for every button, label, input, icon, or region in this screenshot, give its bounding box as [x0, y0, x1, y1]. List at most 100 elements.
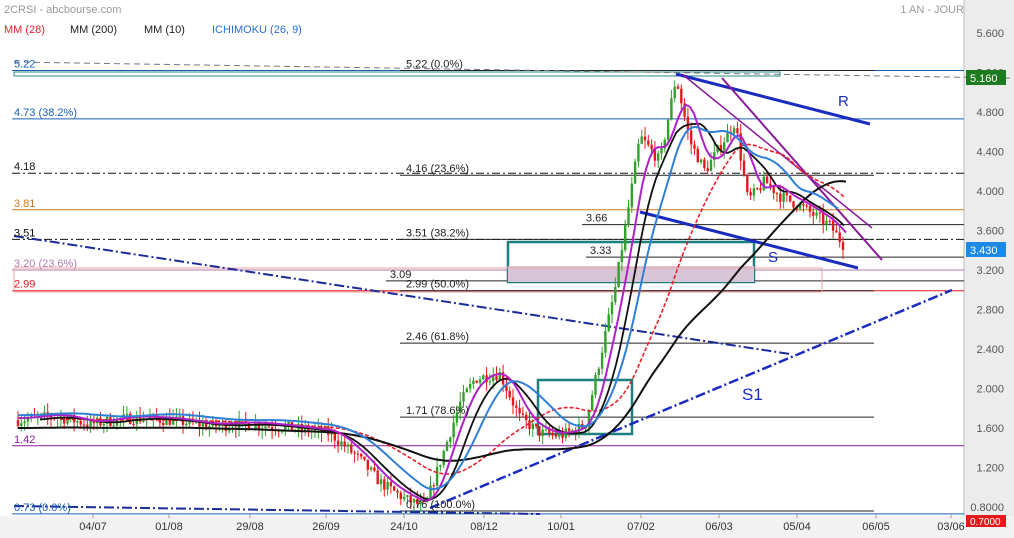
candle-body — [346, 444, 350, 447]
candle-body — [699, 159, 703, 163]
fibonacci-label: 5.22 (0.0%) — [406, 59, 463, 71]
candle-body — [528, 420, 531, 430]
legend-item: MM (10) — [144, 24, 185, 36]
candle-body — [132, 423, 135, 425]
candle-body — [495, 376, 498, 381]
candle-body — [356, 453, 360, 455]
candle-body — [551, 433, 554, 435]
candle-body — [782, 193, 785, 202]
candle-body — [482, 375, 485, 380]
candle-body — [402, 496, 406, 500]
candle-body — [614, 286, 617, 303]
candle-body — [475, 380, 478, 383]
x-tick-label: 05/04 — [783, 521, 811, 533]
x-tick-label: 24/10 — [390, 521, 418, 533]
fibonacci-label: 2.99 (50.0%) — [406, 279, 469, 291]
candle-body — [762, 176, 765, 191]
candle-body — [79, 421, 82, 425]
candle-body — [600, 352, 604, 369]
candle-body — [624, 225, 627, 251]
candle-body — [627, 207, 630, 226]
candle-body — [82, 424, 86, 426]
candle-body — [125, 413, 129, 415]
candle-body — [696, 148, 699, 163]
candle-body — [383, 479, 386, 490]
candle-body — [531, 423, 534, 430]
trend-label-r: R — [838, 93, 849, 110]
candle-body — [452, 422, 455, 438]
candle-body — [360, 453, 363, 457]
support-level-label: 3.66 — [586, 213, 607, 225]
candle-body — [439, 464, 442, 467]
candle-body — [442, 450, 445, 465]
candle-body — [812, 211, 815, 216]
candle-body — [554, 434, 558, 437]
candle-body — [657, 153, 660, 161]
candle-body — [630, 183, 633, 208]
candle-body — [488, 381, 492, 383]
fibonacci-label: 4.16 (23.6%) — [406, 163, 469, 175]
candle-body — [732, 128, 736, 134]
candle-body — [379, 479, 383, 485]
candle-body — [637, 143, 640, 162]
candle-body — [802, 204, 805, 206]
candle-body — [373, 467, 376, 471]
candle-body — [673, 86, 676, 99]
y-tick-label: 4.400 — [976, 147, 1004, 159]
candle-body — [102, 424, 105, 426]
last-price-badge: 3.430 — [966, 242, 1006, 257]
candle-body — [432, 485, 435, 487]
candle-body — [610, 302, 614, 315]
candle-body — [607, 314, 610, 331]
candle-body — [201, 423, 204, 427]
candle-body — [340, 441, 343, 445]
candle-body — [26, 418, 30, 422]
candle-body — [86, 424, 89, 427]
candle-body — [676, 86, 680, 89]
x-tick-label: 01/08 — [155, 521, 183, 533]
candle-body — [808, 205, 812, 212]
candle-body — [449, 437, 452, 443]
candle-body — [742, 160, 746, 176]
candle-body — [670, 98, 673, 120]
candle-body — [541, 429, 544, 437]
candle-body — [831, 220, 835, 231]
low-price-value: 0.7000 — [970, 517, 1001, 528]
low-price-badge: 0.7000 — [966, 515, 1006, 528]
legend-item: MM (28) — [4, 24, 45, 36]
candle-body — [472, 380, 475, 385]
candle-body — [647, 140, 650, 145]
x-tick-label: 07/02 — [627, 521, 655, 533]
y-tick-label: 3.600 — [976, 226, 1004, 238]
candle-body — [521, 413, 525, 415]
candle-body — [660, 148, 663, 154]
candle-body — [336, 440, 340, 445]
candle-body — [23, 421, 26, 424]
candle-body — [752, 188, 756, 196]
fibonacci-label: 3.51 (38.2%) — [406, 227, 469, 239]
candle-body — [706, 168, 709, 172]
candle-body — [726, 131, 729, 143]
price-level-label: 3.51 — [14, 227, 35, 239]
candle-body — [465, 388, 468, 393]
candle-body — [515, 405, 518, 408]
y-tick-label: 1.200 — [976, 463, 1004, 475]
candle-body — [267, 426, 270, 428]
candle-body — [393, 486, 396, 491]
candle-body — [835, 230, 838, 233]
candle-body — [703, 159, 706, 169]
period-label: 1 AN - JOUR — [900, 4, 964, 16]
legend-item: ICHIMOKU (26, 9) — [212, 24, 302, 36]
candle-body — [76, 421, 79, 423]
candle-body — [825, 220, 828, 225]
price-level-label: 5.22 — [14, 59, 35, 71]
candle-body — [396, 490, 399, 493]
candle-body — [162, 422, 165, 426]
legend-item: MM (200) — [70, 24, 117, 36]
fibonacci-label: 1.71 (78.6%) — [406, 405, 469, 417]
candle-body — [617, 262, 620, 287]
candle-body — [749, 192, 752, 196]
candle-body — [218, 425, 221, 427]
candle-body — [591, 394, 594, 411]
x-tick-label: 03/06 — [937, 521, 965, 533]
